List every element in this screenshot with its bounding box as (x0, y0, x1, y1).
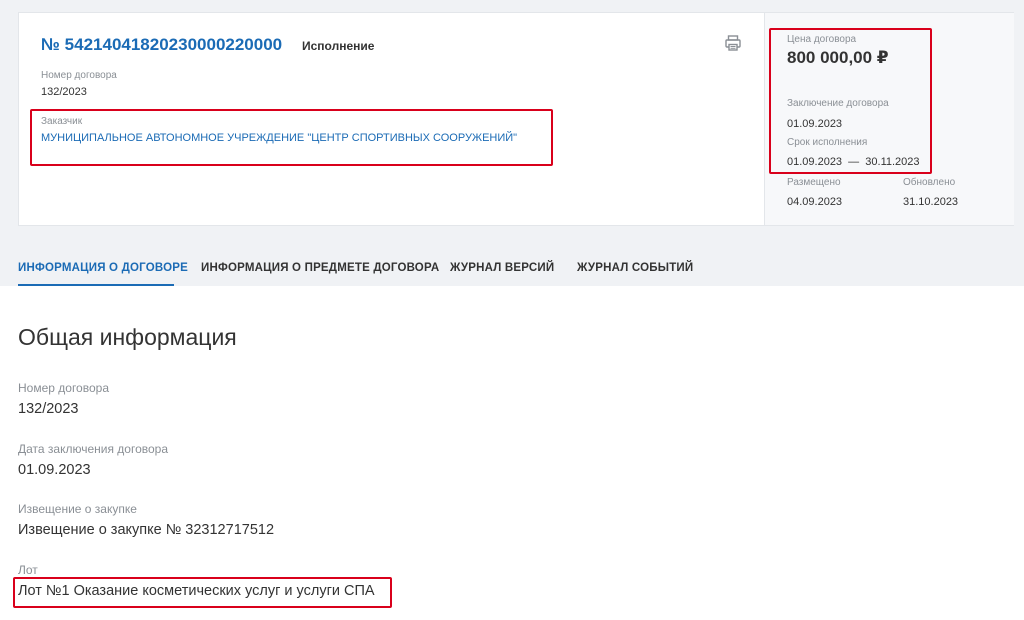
tab-contract-info[interactable]: ИНФОРМАЦИЯ О ДОГОВОРЕ (18, 262, 188, 274)
lot-highlight (13, 577, 392, 608)
field-label-notice: Извещение о закупке (18, 502, 137, 516)
field-value-conclusion-date: 01.09.2023 (18, 462, 91, 478)
status-badge: Исполнение (302, 39, 375, 53)
contract-number-label: Номер договора (41, 70, 117, 81)
tab-subject-info[interactable]: ИНФОРМАЦИЯ О ПРЕДМЕТЕ ДОГОВОРА (201, 262, 439, 274)
placed-date: 04.09.2023 (787, 196, 843, 208)
field-label-conclusion-date: Дата заключения договора (18, 442, 169, 456)
active-tab-indicator (18, 284, 174, 286)
placed-label: Размещено (787, 177, 841, 188)
registry-number[interactable]: № 54214041820230000220000 (41, 35, 282, 55)
tab-versions-log[interactable]: ЖУРНАЛ ВЕРСИЙ (450, 262, 554, 274)
field-label-lot: Лот (18, 563, 38, 577)
updated-label: Обновлено (903, 177, 956, 188)
field-value-contract-number: 132/2023 (18, 401, 79, 417)
customer-highlight (30, 109, 553, 166)
summary-highlight (769, 28, 932, 174)
tab-events-log[interactable]: ЖУРНАЛ СОБЫТИЙ (577, 262, 693, 274)
tab-bar: ИНФОРМАЦИЯ О ДОГОВОРЕ ИНФОРМАЦИЯ О ПРЕДМ… (0, 250, 1024, 286)
contract-number-value: 132/2023 (41, 86, 87, 98)
updated-date: 31.10.2023 (903, 196, 959, 208)
notice-link[interactable]: Извещение о закупке № 32312717512 (18, 522, 274, 538)
section-title: Общая информация (18, 324, 237, 350)
field-label-contract-number: Номер договора (18, 381, 109, 395)
header-area: № 54214041820230000220000 Исполнение Ном… (0, 0, 1024, 286)
printer-icon[interactable] (724, 34, 742, 52)
